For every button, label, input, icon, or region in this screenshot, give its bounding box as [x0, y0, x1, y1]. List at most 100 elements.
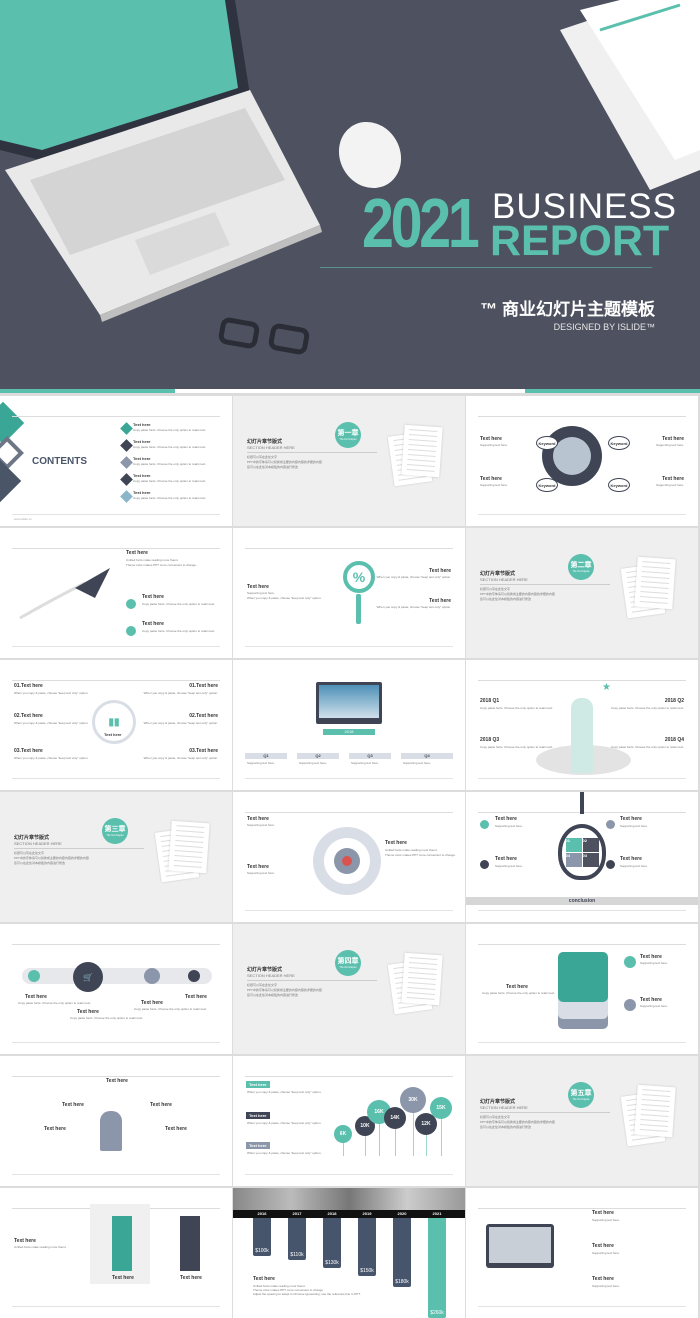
text-heading: Text here — [62, 1102, 84, 1108]
slide-magnifier[interactable]: % Text here Supporting text here. When y… — [233, 528, 465, 658]
section-body-line: 您可以在此处对本模板的内容进行修改 — [247, 465, 299, 469]
text-body: When you copy & paste, choose "keep text… — [247, 1090, 322, 1094]
slide-target[interactable]: Text here Supporting text here. Text her… — [233, 792, 465, 922]
text-heading: Text here — [640, 954, 662, 960]
slide-section-1[interactable]: 幻灯片章节版式 SECTION HEADER HERE 标题可以写在此处文字 PPT中… — [233, 396, 465, 526]
slide-section-5[interactable]: 幻灯片章节版式 SECTION HEADER HERE 标题可以写在此处文字 PPT中… — [466, 1056, 698, 1186]
footer-text: www.islide.cc — [14, 517, 32, 521]
document-icon — [401, 424, 443, 478]
item-heading: 01.Text here — [14, 683, 43, 689]
slide-section-4[interactable]: 幻灯片章节版式 SECTION HEADER HERE 标题可以写在此处文字 PPT中… — [233, 924, 465, 1054]
text-body: Supporting text here. — [495, 864, 523, 868]
slide-2018-quarters[interactable]: ★ 2018 Q1 Copy paste fonts. Choose the o… — [466, 660, 698, 790]
chapter-bubble: 第四章 The fist chapter — [335, 950, 361, 976]
slide-people[interactable]: Text here Text here Text here Text here … — [0, 1056, 232, 1186]
section-title-cn: 幻灯片章节版式 — [14, 835, 50, 841]
text-body: Copy paste fonts. Choose the only option… — [142, 602, 216, 606]
slide-rocket[interactable]: Text here Unified fonts make reading mor… — [0, 528, 232, 658]
slide-building[interactable]: Text here Copy paste fonts. Choose the o… — [466, 924, 698, 1054]
divider — [480, 584, 610, 585]
divider — [247, 452, 377, 453]
target-icon — [313, 827, 381, 895]
text-body: Supporting text here. — [351, 761, 379, 765]
chart-icon — [28, 970, 40, 982]
value-bubble: 30K — [400, 1087, 426, 1113]
chapter-sublabel: The fist chapter — [572, 1098, 590, 1101]
slide-section-3[interactable]: 幻灯片章节版式 SECTION HEADER HERE 标题可以写在此处文字 PPT中… — [0, 792, 232, 922]
slide-numbered[interactable]: ▮▮ Text here 01.Text here When you copy … — [0, 660, 232, 790]
slide-laptop-quarters[interactable]: 2018 Q1 Q2 Q3 Q4 Supporting text here. S… — [233, 660, 465, 790]
cover-year: 2021 — [362, 184, 480, 262]
bar-2016: $100k — [253, 1218, 271, 1257]
slide-laptop-list[interactable]: Text here Supporting text here. Text her… — [466, 1188, 698, 1318]
chapter-bubble: 第二章 The fist chapter — [568, 554, 594, 580]
contents-item-title: Text here — [133, 439, 151, 444]
text-heading: Text here — [126, 550, 148, 556]
slide-buildings[interactable]: Text here Unified fonts make reading mor… — [0, 1188, 232, 1318]
text-body: When you copy & paste, choose "keep text… — [376, 575, 451, 579]
text-heading: Text here — [506, 984, 528, 990]
bar-value-label: $260k — [430, 1310, 444, 1316]
icon-badge — [480, 820, 489, 829]
text-body: When you copy & paste, choose "keep text… — [247, 596, 322, 600]
text-body: Supporting text here. — [620, 824, 648, 828]
text-heading: Text here — [592, 1276, 614, 1282]
text-body: Supporting text here. — [480, 483, 508, 487]
slide-bulb[interactable]: 01 02 04 03 Text here Supporting text he… — [466, 792, 698, 922]
bar-value-label: $180k — [395, 1279, 409, 1286]
section-title-cn: 幻灯片章节版式 — [247, 439, 283, 445]
text-body: Copy paste fonts. Choose the only option… — [482, 991, 556, 995]
text-body: Supporting text here. — [620, 864, 648, 868]
text-heading: Text here — [480, 476, 502, 482]
text-body: When you copy & paste, choose "keep text… — [143, 756, 218, 760]
text-body: Supporting text here. — [656, 443, 684, 447]
value-bubble: 15K — [430, 1097, 452, 1119]
quarter-heading: 2018 Q4 — [664, 737, 684, 743]
text-heading: Text here — [385, 840, 407, 846]
laptop-icon — [316, 682, 382, 724]
slide-keywords[interactable]: Keyword Keyword Keyword Keyword Text her… — [466, 396, 698, 526]
text-body: Supporting text here. — [495, 824, 523, 828]
text-heading: Text here — [247, 584, 269, 590]
slide-circles[interactable]: 🛒 Text here Copy paste fonts. Choose the… — [0, 924, 232, 1054]
text-body: Copy paste fonts. Choose the only option… — [610, 706, 684, 710]
slide-bubbles[interactable]: Text here When you copy & paste, choose … — [233, 1056, 465, 1186]
item-heading: 03.Text here — [14, 748, 43, 754]
text-heading: Text here — [77, 1009, 99, 1015]
text-heading: Text here — [112, 1275, 134, 1281]
text-body: Supporting text here. — [592, 1251, 620, 1255]
divider — [320, 267, 652, 268]
text-body: Supporting text here. — [247, 871, 275, 875]
text-body: When you copy & paste, choose "keep text… — [247, 1121, 322, 1125]
slide-section-2[interactable]: 幻灯片章节版式 SECTION HEADER HERE 标题可以写在此处文字 PPT中… — [466, 528, 698, 658]
slide-growth-chart[interactable]: 2016 $100k 2017 $110k 2018 $130k 2019 $150k 2020… — [233, 1188, 465, 1318]
text-heading: Text here — [185, 994, 207, 1000]
divider — [480, 1112, 610, 1113]
person-icon — [100, 1111, 122, 1151]
chapter-label: 第二章 — [570, 562, 592, 569]
quarter-heading: 2018 Q2 — [664, 698, 684, 704]
chapter-label: 第五章 — [570, 1090, 592, 1097]
building-icon — [112, 1216, 132, 1271]
slide-contents[interactable]: CONTENTS Text here Copy paste fonts. Choo… — [0, 396, 232, 526]
keyword-badge: Keyword — [536, 436, 558, 450]
photo-circle — [542, 426, 602, 486]
keyword-badge: Keyword — [608, 478, 630, 492]
text-heading: Text here — [165, 1126, 187, 1132]
chapter-sublabel: The fist chapter — [106, 834, 124, 837]
section-title-en: SECTION HEADER HERE — [14, 841, 62, 846]
puzzle-piece: 03 — [582, 852, 599, 867]
icon-badge — [606, 860, 615, 869]
laptop-icon — [486, 1224, 554, 1268]
document-icon — [634, 1084, 676, 1138]
puzzle-piece: 04 — [565, 852, 582, 867]
quarter-header: Q2 — [297, 753, 339, 759]
contents-title: CONTENTS — [32, 456, 87, 467]
puzzle-piece: 01 — [565, 837, 582, 852]
text-heading: Text here — [14, 1238, 36, 1244]
quarter-header: Q4 — [401, 753, 453, 759]
section-body-line: 您可以在此处对本模板的内容进行修改 — [14, 861, 66, 865]
quarter-heading: 2018 Q1 — [480, 698, 500, 704]
value-bubble: 6K — [334, 1125, 352, 1143]
chapter-label: 第一章 — [337, 430, 359, 437]
